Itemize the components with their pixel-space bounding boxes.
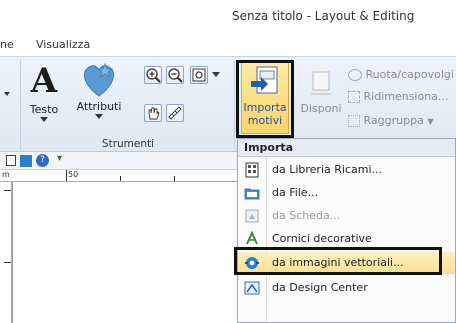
group-icon [348,115,360,127]
ruler-tick [66,170,67,181]
ribbon-separator [234,60,235,150]
design-page[interactable] [12,182,240,323]
attributes-button[interactable]: Attributi [74,60,124,120]
group-label: Raggruppa [363,114,424,127]
rotate-icon [348,69,362,81]
hand-icon [148,107,160,120]
chevron-down-icon: ▼ [427,117,434,126]
zoom-out-button[interactable] [166,66,184,84]
resize-command[interactable]: Ridimensiona... [348,90,448,103]
text-button-label: Testo [29,103,59,116]
zoom-in-icon [146,68,161,83]
svg-text:A: A [30,61,58,100]
window-title: Senza titolo - Layout & Editing [232,9,415,23]
import-dropdown-menu: Importa da Libreria Ricami... da File...… [237,138,456,323]
ruler-tick [174,176,175,181]
embroidery-library-icon [245,162,259,178]
import-button-highlight [236,60,294,138]
measure-icon [168,106,182,120]
ruler-tick [120,176,121,181]
rotate-command[interactable]: Ruota/capovolgi [348,68,454,81]
ribbon-tabs: ne Visualizza [0,32,456,56]
new-icon[interactable] [6,155,16,166]
text-a-icon: A [30,61,58,101]
menu-header: Importa [238,139,455,157]
vertical-ruler [0,182,12,323]
pan-button[interactable] [144,104,162,122]
resize-label: Ridimensiona... [363,90,449,103]
ruler-unit: m [2,170,10,179]
design-center-icon [244,281,260,295]
ribbon-separator [20,60,21,150]
menu-item-label: da File... [272,186,319,199]
menu-item-label: Cornici decorative [272,232,372,245]
zoom-out-icon [168,68,183,83]
decorative-frame-icon [246,231,258,245]
tab-partial[interactable]: ne [0,38,14,51]
design-icon[interactable] [20,155,32,167]
text-button[interactable]: A Testo [26,60,62,123]
vector-images-highlight [234,247,442,275]
menu-item-from-card: da Scheda... [238,205,455,227]
menu-item-design-center[interactable]: da Design Center [238,277,455,299]
folder-icon [244,188,260,200]
menu-item-embroidery-library[interactable]: da Libreria Ricami... [238,159,455,181]
card-icon [245,209,259,223]
arrange-button-label: Disponi [300,102,342,115]
customize-toolbar-icon[interactable]: ▾ [57,153,62,164]
zoom-fit-icon [192,68,206,82]
resize-icon [348,91,360,103]
menu-item-label: da Libreria Ricami... [272,163,382,176]
tab-visualizza[interactable]: Visualizza [36,38,90,51]
menu-item-label: da Design Center [272,281,368,294]
arrange-button[interactable]: Disponi [298,60,344,115]
ruler-tick [4,190,11,191]
chevron-down-icon[interactable] [4,92,10,96]
zoom-in-button[interactable] [144,66,162,84]
chevron-down-icon [95,114,103,119]
measure-button[interactable] [166,104,184,122]
chevron-down-icon [40,117,48,122]
title-bar: Senza titolo - Layout & Editing [0,0,456,32]
help-icon[interactable]: ? [36,154,49,167]
menu-item-label: da Scheda... [272,209,341,222]
strumenti-group-label: Strumenti [101,138,155,150]
ruler-tick [4,262,11,263]
ruler-mark: 50 [68,170,79,179]
menu-item-from-file[interactable]: da File... [238,182,455,204]
rotate-label: Ruota/capovolgi [365,68,454,81]
chevron-down-icon[interactable] [212,72,220,78]
arrange-icon [311,71,331,95]
group-command[interactable]: Raggruppa ▼ [348,114,433,127]
attributes-button-label: Attributi [76,100,122,113]
zoom-fit-button[interactable] [190,66,208,84]
heart-attributes-icon [83,62,115,97]
